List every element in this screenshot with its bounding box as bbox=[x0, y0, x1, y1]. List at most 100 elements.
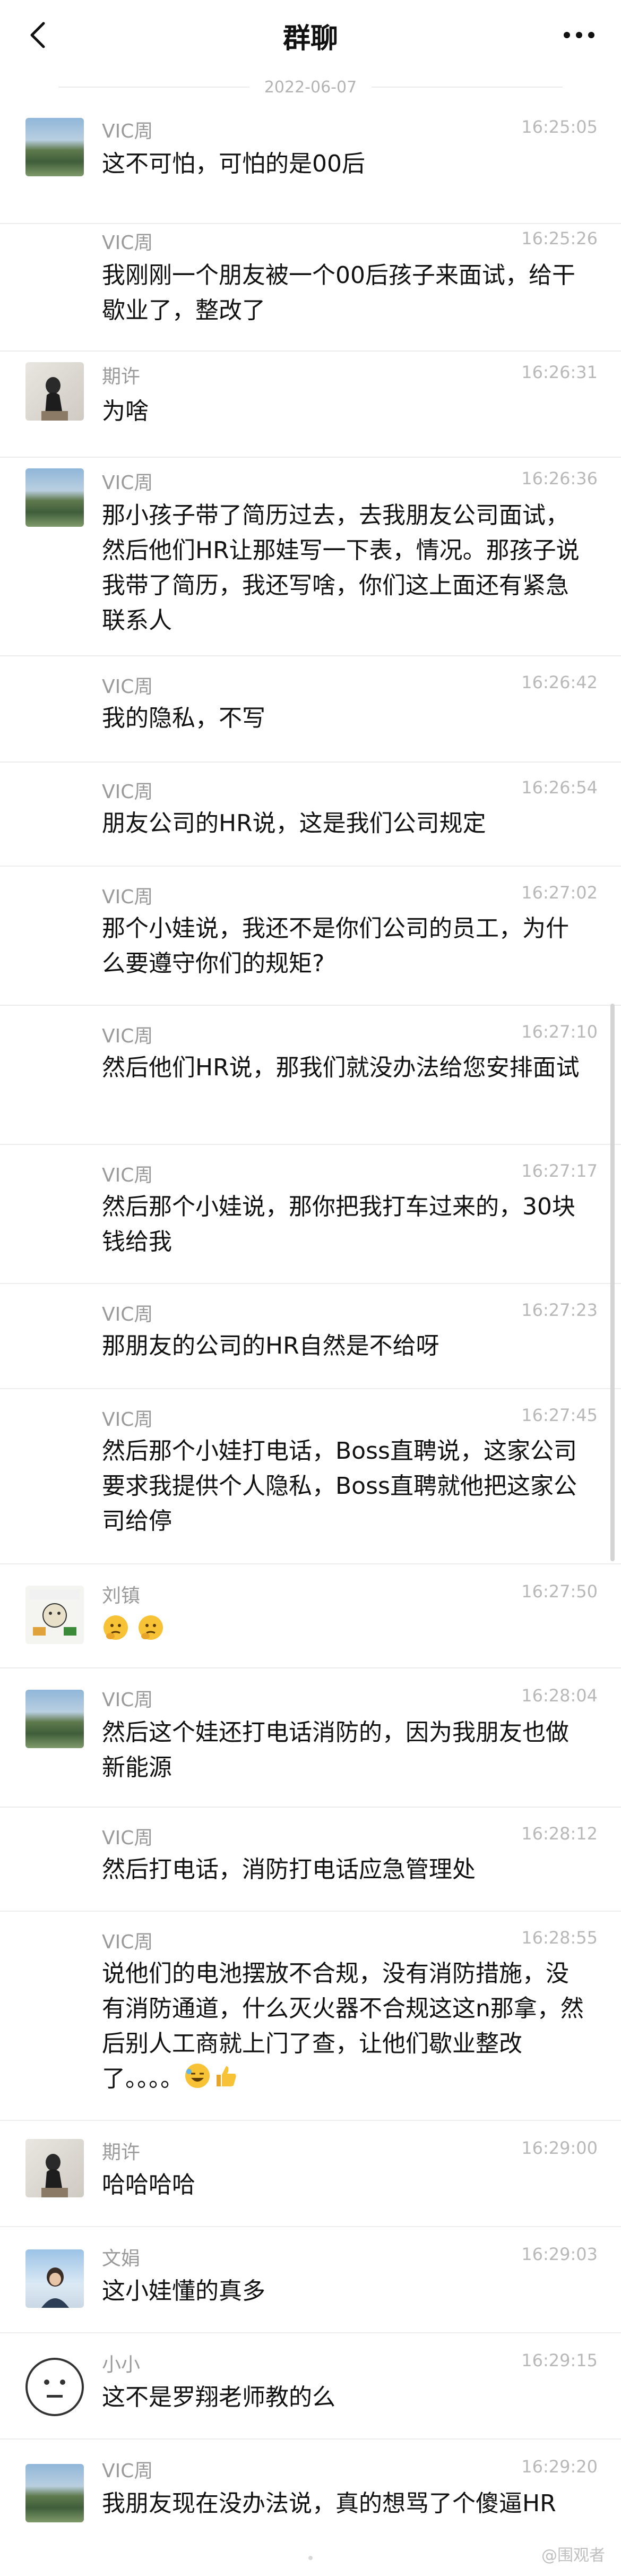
sender-name: VIC周 bbox=[102, 886, 153, 908]
neutral-face-icon bbox=[44, 2380, 65, 2398]
more-dots-icon[interactable] bbox=[560, 19, 598, 51]
message-time: 16:26:54 bbox=[521, 777, 598, 798]
message-item[interactable]: VIC周 16:27:23 那朋友的公司的HR自然是不给呀 bbox=[0, 1284, 621, 1389]
sender-name: 期许 bbox=[102, 2142, 141, 2163]
message-text: 我朋友现在没办法说，真的想骂了个傻逼HR bbox=[102, 2490, 556, 2517]
avatar[interactable] bbox=[25, 2464, 84, 2522]
message-emoji-row bbox=[102, 1613, 591, 1648]
watermark: @围观者 bbox=[541, 2546, 605, 2565]
scrollbar[interactable] bbox=[610, 1004, 615, 1561]
message-text: 哈哈哈哈 bbox=[102, 2171, 195, 2198]
message-text: 那小孩子带了简历过去，去我朋友公司面试，然后他们HR让那娃写一下表，情况。那孩子… bbox=[102, 502, 580, 634]
thinking-face-icon bbox=[104, 1615, 128, 1640]
message-text: 然后打电话，消防打电话应急管理处 bbox=[102, 1856, 476, 1883]
message-item[interactable]: VIC周 16:27:45 然后那个小娃打电话，Boss直聘说，这家公司要求我提… bbox=[0, 1389, 621, 1564]
message-time: 16:27:10 bbox=[521, 1022, 598, 1042]
sender-name: VIC周 bbox=[102, 2460, 153, 2482]
message-text: 这不是罗翔老师教的么 bbox=[102, 2384, 335, 2411]
message-time: 16:26:31 bbox=[521, 362, 598, 382]
sender-name: VIC周 bbox=[102, 1409, 153, 1431]
message-text: 那朋友的公司的HR自然是不给呀 bbox=[102, 1332, 439, 1359]
message-text: 然后他们HR说，那我们就没办法给您安排面试 bbox=[102, 1054, 580, 1081]
message-item[interactable]: 文娟 16:29:03 这小娃懂的真多 bbox=[0, 2227, 621, 2333]
message-item[interactable]: 刘镇 16:27:50 bbox=[0, 1564, 621, 1668]
avatar[interactable] bbox=[25, 468, 84, 527]
date-separator: 2022-06-07 bbox=[0, 76, 621, 98]
avatar[interactable] bbox=[25, 1586, 84, 1644]
message-item[interactable]: VIC周 16:27:17 然后那个小娃说，那你把我打车过来的，30块钱给我 bbox=[0, 1145, 621, 1284]
avatar[interactable] bbox=[25, 362, 84, 421]
sender-name: VIC周 bbox=[102, 676, 153, 698]
sender-name: VIC周 bbox=[102, 232, 153, 254]
message-time: 16:27:50 bbox=[521, 1581, 598, 1602]
message-item[interactable]: VIC周 16:28:12 然后打电话，消防打电话应急管理处 bbox=[0, 1808, 621, 1912]
message-text: 这小娃懂的真多 bbox=[102, 2278, 265, 2305]
date-label: 2022-06-07 bbox=[264, 78, 357, 97]
message-item[interactable]: VIC周 16:29:20 我朋友现在没办法说，真的想骂了个傻逼HR bbox=[0, 2440, 621, 2546]
sender-name: VIC周 bbox=[102, 1025, 153, 1047]
message-time: 16:29:03 bbox=[521, 2244, 598, 2264]
message-text: 朋友公司的HR说，这是我们公司规定 bbox=[102, 810, 486, 837]
message-time: 16:27:23 bbox=[521, 1300, 598, 1320]
home-indicator bbox=[308, 2556, 313, 2560]
message-item[interactable]: VIC周 16:26:42 我的隐私，不写 bbox=[0, 656, 621, 763]
message-item[interactable]: VIC周 16:28:04 然后这个娃还打电话消防的，因为我朋友也做新能源 bbox=[0, 1668, 621, 1808]
sender-name: VIC周 bbox=[102, 1304, 153, 1325]
message-item[interactable]: VIC周 16:26:36 那小孩子带了简历过去，去我朋友公司面试，然后他们HR… bbox=[0, 458, 621, 656]
message-time: 16:28:04 bbox=[521, 1685, 598, 1706]
message-time: 16:29:15 bbox=[521, 2350, 598, 2370]
sender-name: 文娟 bbox=[102, 2248, 141, 2270]
laughing-face-icon bbox=[185, 2064, 210, 2088]
message-item[interactable]: VIC周 16:25:05 这不可怕，可怕的是00后 bbox=[0, 113, 621, 224]
message-item[interactable]: VIC周 16:27:10 然后他们HR说，那我们就没办法给您安排面试 bbox=[0, 1006, 621, 1145]
message-text: 我刚刚一个朋友被一个00后孩子来面试，给干歇业了，整改了 bbox=[102, 262, 575, 324]
message-text: 说他们的电池摆放不合规，没有消防措施，没有消防通道，什么灭火器不合规这这n那拿，… bbox=[102, 1956, 591, 2096]
message-text-content: 说他们的电池摆放不合规，没有消防措施，没有消防通道，什么灭火器不合规这这n那拿，… bbox=[102, 1960, 584, 2092]
message-time: 16:26:36 bbox=[521, 468, 598, 489]
sender-name: VIC周 bbox=[102, 1827, 153, 1849]
message-time: 16:28:12 bbox=[521, 1824, 598, 1844]
message-item[interactable]: 期许 16:29:00 哈哈哈哈 bbox=[0, 2121, 621, 2227]
message-time: 16:25:05 bbox=[521, 117, 598, 137]
sender-name: 小小 bbox=[102, 2354, 141, 2376]
message-time: 16:27:02 bbox=[521, 883, 598, 903]
message-time: 16:29:20 bbox=[521, 2457, 598, 2477]
message-item[interactable]: VIC周 16:28:55 说他们的电池摆放不合规，没有消防措施，没有消防通道，… bbox=[0, 1912, 621, 2121]
message-item[interactable]: VIC周 16:26:54 朋友公司的HR说，这是我们公司规定 bbox=[0, 763, 621, 867]
page-title: 群聊 bbox=[282, 23, 338, 55]
message-text: 然后这个娃还打电话消防的，因为我朋友也做新能源 bbox=[102, 1719, 569, 1781]
message-text: 为啥 bbox=[102, 398, 149, 425]
message-item[interactable]: 小小 16:29:15 这不是罗翔老师教的么 bbox=[0, 2333, 621, 2440]
message-time: 16:28:55 bbox=[521, 1928, 598, 1948]
sender-name: VIC周 bbox=[102, 472, 153, 494]
message-item[interactable]: VIC周 16:25:26 我刚刚一个朋友被一个00后孩子来面试，给干歇业了，整… bbox=[0, 224, 621, 352]
sender-name: VIC周 bbox=[102, 121, 153, 142]
thinking-face-icon bbox=[139, 1615, 163, 1640]
girl-portrait-icon bbox=[41, 2267, 69, 2308]
message-time: 16:25:26 bbox=[521, 228, 598, 249]
avatar[interactable] bbox=[25, 2249, 84, 2308]
message-text: 然后那个小娃打电话，Boss直聘说，这家公司要求我提供个人隐私，Boss直聘就他… bbox=[102, 1437, 577, 1535]
girl-portrait-icon bbox=[41, 2154, 68, 2197]
sender-name: VIC周 bbox=[102, 1165, 153, 1186]
sender-name: VIC周 bbox=[102, 1689, 153, 1711]
sender-name: 刘镇 bbox=[102, 1585, 141, 1607]
avatar[interactable] bbox=[25, 1690, 84, 1748]
avatar[interactable] bbox=[25, 2358, 84, 2416]
sender-name: 期许 bbox=[102, 366, 141, 388]
message-time: 16:27:17 bbox=[521, 1161, 598, 1181]
message-item[interactable]: VIC周 16:27:02 那个小娃说，我还不是你们公司的员工，为什么要遵守你们… bbox=[0, 867, 621, 1006]
message-time: 16:29:00 bbox=[521, 2138, 598, 2158]
message-item[interactable]: 期许 16:26:31 为啥 bbox=[0, 352, 621, 458]
avatar[interactable] bbox=[25, 2139, 84, 2197]
message-text: 那个小娃说，我还不是你们公司的员工，为什么要遵守你们的规矩? bbox=[102, 915, 569, 977]
avatar[interactable] bbox=[25, 118, 84, 176]
girl-portrait-icon bbox=[41, 377, 68, 421]
sender-name: VIC周 bbox=[102, 781, 153, 803]
message-time: 16:27:45 bbox=[521, 1405, 598, 1425]
nav-bar: 群聊 bbox=[0, 0, 621, 71]
message-text: 这不可怕，可怕的是00后 bbox=[102, 150, 365, 177]
meme-avatar-icon bbox=[30, 1590, 80, 1636]
message-text: 然后那个小娃说，那你把我打车过来的，30块钱给我 bbox=[102, 1193, 575, 1255]
divider bbox=[372, 87, 563, 88]
